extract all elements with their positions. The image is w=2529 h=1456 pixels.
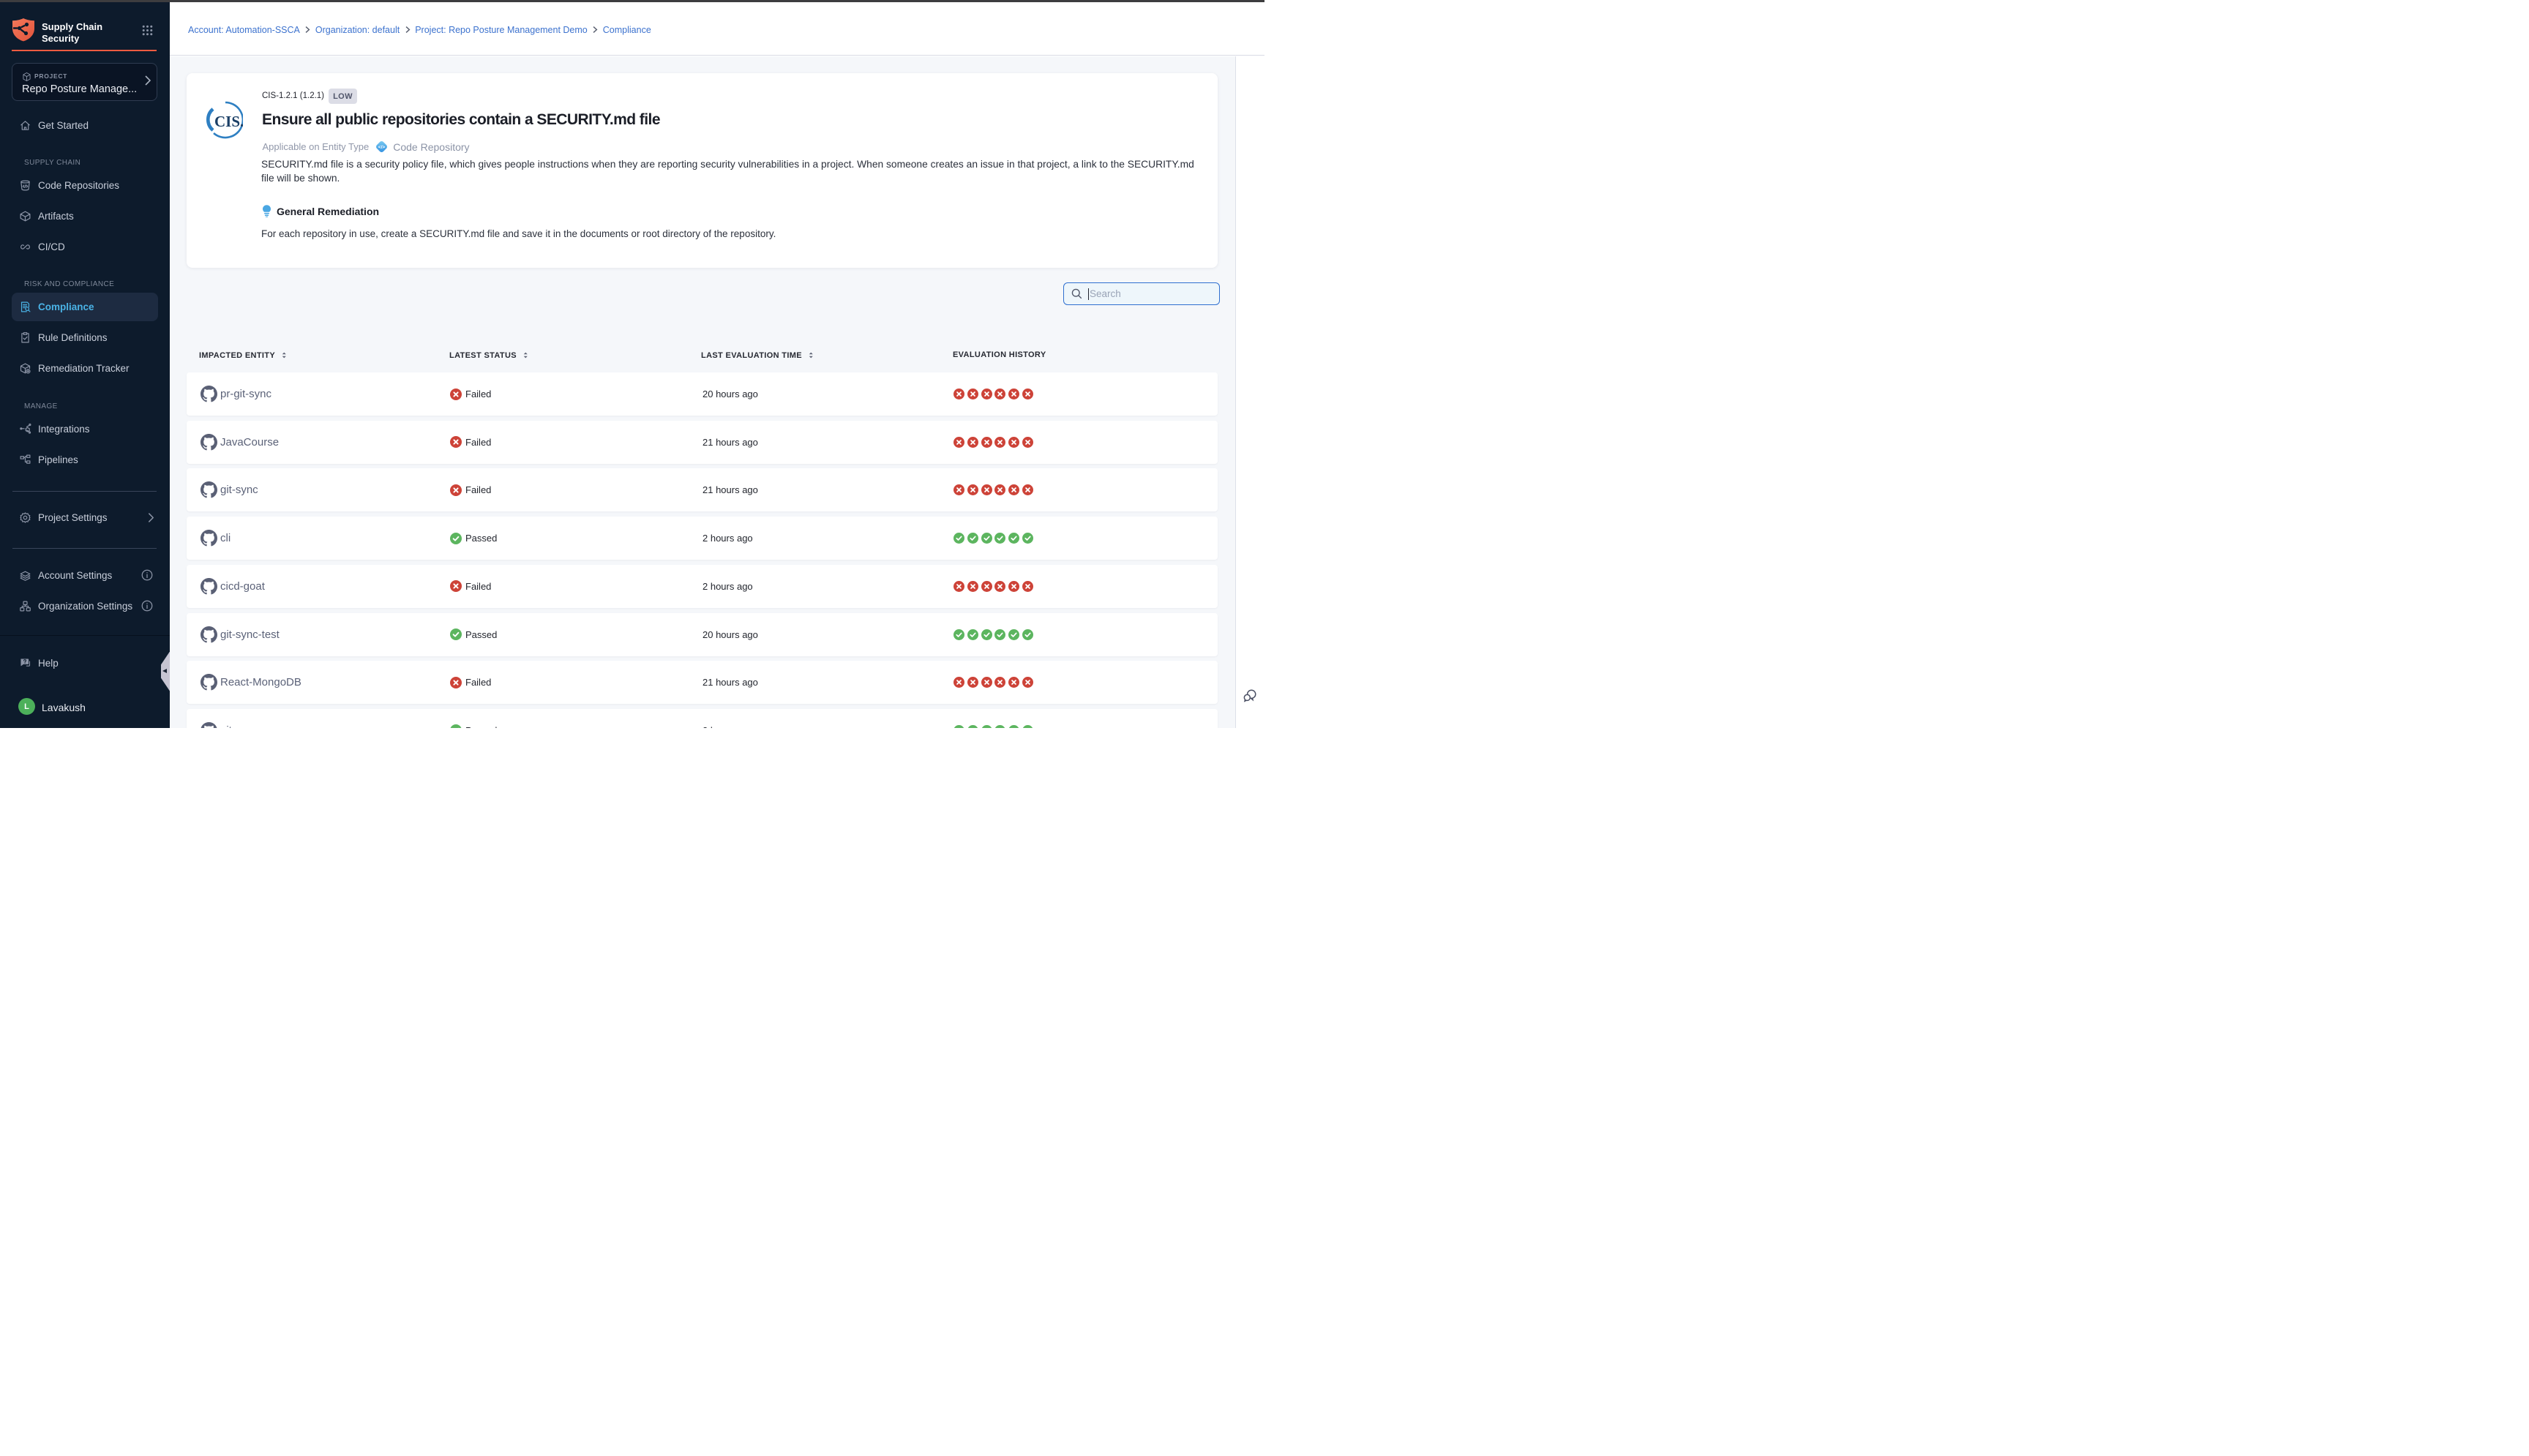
svg-text:CIS.: CIS. <box>214 113 243 130</box>
svg-text:</>: </> <box>378 145 386 150</box>
